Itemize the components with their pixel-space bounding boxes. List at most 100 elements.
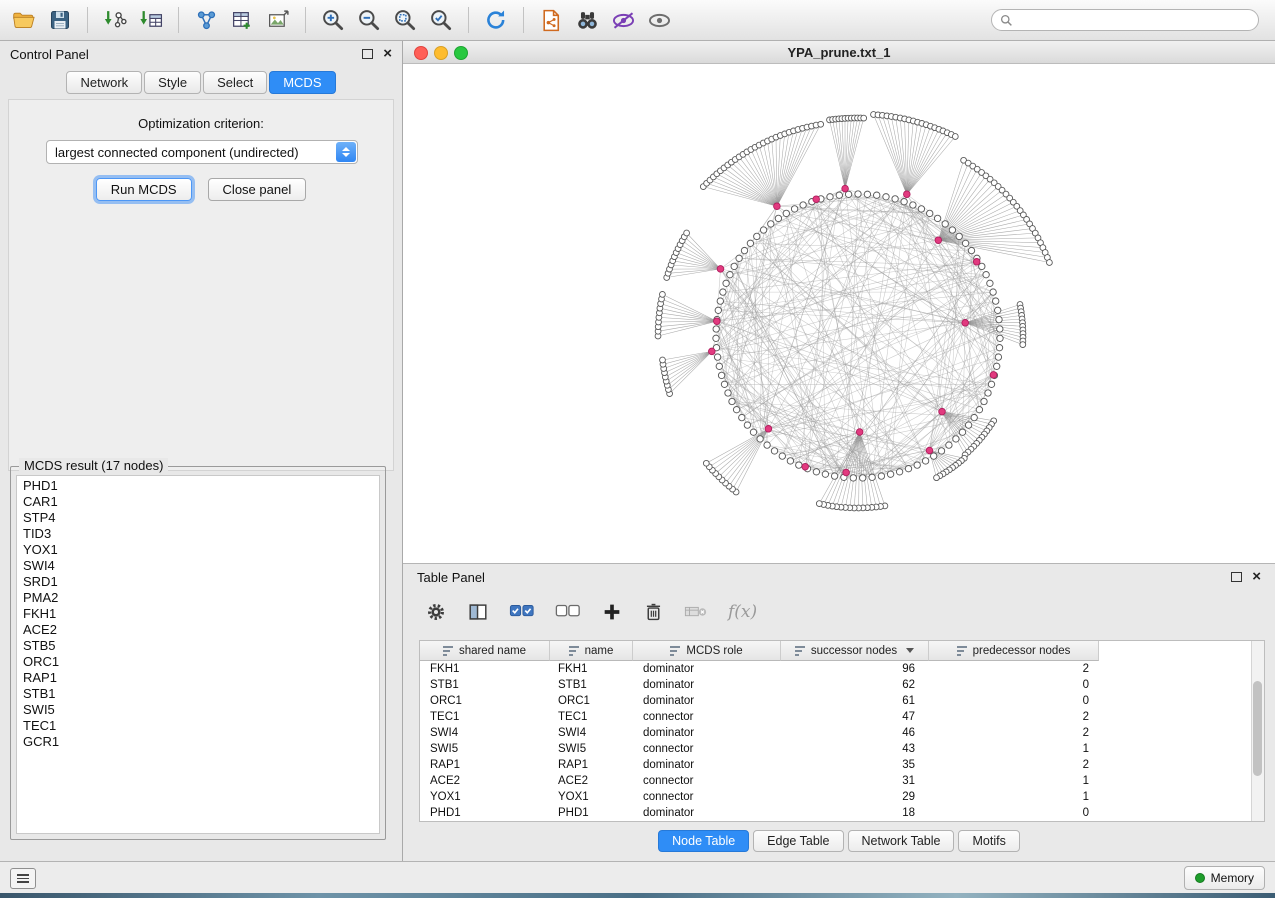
table-row[interactable]: SWI5SWI5connector431 (420, 741, 1264, 757)
table-cell: SWI5 (550, 741, 633, 757)
clear-values-button-disabled (684, 603, 708, 621)
table-cell: SWI4 (420, 725, 550, 741)
zoom-out-icon (356, 7, 382, 33)
mcds-result-item[interactable]: STB5 (17, 638, 379, 654)
tab-select[interactable]: Select (203, 71, 267, 94)
zoom-selected-button[interactable] (423, 3, 459, 37)
zoom-out-button[interactable] (351, 3, 387, 37)
mcds-result-item[interactable]: ORC1 (17, 654, 379, 670)
mcds-result-item[interactable]: SWI4 (17, 558, 379, 574)
mcds-result-item[interactable]: ACE2 (17, 622, 379, 638)
tab-motifs[interactable]: Motifs (958, 830, 1019, 852)
tab-style[interactable]: Style (144, 71, 201, 94)
mcds-result-item[interactable]: RAP1 (17, 670, 379, 686)
delete-column-button[interactable] (643, 601, 664, 623)
hide-details-eye-icon (610, 7, 637, 34)
memory-status-icon (1195, 873, 1205, 883)
table-cell: 46 (781, 725, 929, 741)
table-row[interactable]: PHD1PHD1dominator180 (420, 805, 1264, 821)
table-cell: ACE2 (420, 773, 550, 789)
optimization-criterion-dropdown[interactable]: largest connected component (undirected) (46, 140, 358, 164)
close-panel-button[interactable]: Close panel (208, 178, 307, 201)
export-network-button[interactable] (533, 3, 569, 37)
column-header-MCDS-role[interactable]: MCDS role (633, 641, 781, 661)
table-row[interactable]: TEC1TEC1connector472 (420, 709, 1264, 725)
mcds-result-item[interactable]: PHD1 (17, 478, 379, 494)
float-table-panel-icon[interactable] (1231, 572, 1242, 582)
table-row[interactable]: SWI4SWI4dominator462 (420, 725, 1264, 741)
table-row[interactable]: RAP1RAP1dominator352 (420, 757, 1264, 773)
table-cell: TEC1 (550, 709, 633, 725)
tab-edge-table[interactable]: Edge Table (753, 830, 843, 852)
mcds-result-item[interactable]: TEC1 (17, 718, 379, 734)
table-row[interactable]: STB1STB1dominator620 (420, 677, 1264, 693)
control-panel-title: Control Panel (10, 47, 89, 62)
mcds-result-item[interactable]: TID3 (17, 526, 379, 542)
close-panel-icon[interactable]: × (383, 48, 392, 60)
table-cell: connector (633, 741, 781, 757)
table-cell: 2 (929, 757, 1099, 773)
column-header-name[interactable]: name (550, 641, 633, 661)
statusbar-menu-button[interactable] (10, 868, 36, 889)
mcds-result-item[interactable]: YOX1 (17, 542, 379, 558)
table-cell: 18 (781, 805, 929, 821)
export-image-button[interactable] (260, 3, 296, 37)
mcds-result-item[interactable]: SWI5 (17, 702, 379, 718)
column-header-predecessor-nodes[interactable]: predecessor nodes (929, 641, 1099, 661)
memory-label: Memory (1211, 871, 1254, 885)
mcds-result-item[interactable]: STB1 (17, 686, 379, 702)
mcds-result-title: MCDS result (17 nodes) (19, 458, 168, 473)
save-session-button[interactable] (42, 3, 78, 37)
import-table-button[interactable] (133, 3, 169, 37)
show-columns-button[interactable] (467, 601, 489, 623)
refresh-layout-button[interactable] (478, 3, 514, 37)
search-box[interactable] (991, 9, 1259, 31)
mcds-result-item[interactable]: FKH1 (17, 606, 379, 622)
table-cell: dominator (633, 757, 781, 773)
float-panel-icon[interactable] (362, 49, 373, 59)
mcds-result-item[interactable]: CAR1 (17, 494, 379, 510)
column-header-successor-nodes[interactable]: successor nodes (781, 641, 929, 661)
open-folder-button[interactable] (6, 3, 42, 37)
memory-button[interactable]: Memory (1184, 866, 1265, 890)
tab-mcds[interactable]: MCDS (269, 71, 335, 94)
table-row[interactable]: ORC1ORC1dominator610 (420, 693, 1264, 709)
plus-icon (601, 601, 623, 623)
zoom-in-button[interactable] (315, 3, 351, 37)
zoom-fit-button[interactable] (387, 3, 423, 37)
run-mcds-button[interactable]: Run MCDS (96, 178, 192, 201)
mcds-result-item[interactable]: GCR1 (17, 734, 379, 750)
deselect-all-button[interactable] (555, 602, 581, 622)
table-scrollbar[interactable] (1251, 641, 1264, 821)
hide-details-button[interactable] (605, 3, 641, 37)
table-row[interactable]: YOX1YOX1connector291 (420, 789, 1264, 805)
columns-icon (467, 601, 489, 623)
add-column-button[interactable] (601, 601, 623, 623)
import-network-button[interactable] (97, 3, 133, 37)
column-header-shared-name[interactable]: shared name (420, 641, 550, 661)
search-input[interactable] (1017, 11, 1258, 29)
mcds-result-item[interactable]: STP4 (17, 510, 379, 526)
node-table[interactable]: shared namenameMCDS rolesuccessor nodesp… (419, 640, 1265, 822)
desktop-wallpaper-strip (0, 893, 1275, 898)
new-table-button[interactable] (224, 3, 260, 37)
table-scrollbar-thumb[interactable] (1253, 681, 1262, 776)
mcds-result-item[interactable]: SRD1 (17, 574, 379, 590)
search-network-button[interactable] (569, 3, 605, 37)
toolbar-separator (305, 7, 306, 33)
table-cell: 43 (781, 741, 929, 757)
new-network-button[interactable] (188, 3, 224, 37)
tab-network[interactable]: Network (66, 71, 142, 94)
table-row[interactable]: ACE2ACE2connector311 (420, 773, 1264, 789)
show-details-button[interactable] (641, 3, 677, 37)
table-settings-button[interactable] (425, 601, 447, 623)
import-table-icon (139, 8, 164, 33)
network-view-canvas[interactable] (403, 64, 1275, 563)
select-all-button[interactable] (509, 602, 535, 622)
mcds-result-item[interactable]: PMA2 (17, 590, 379, 606)
close-table-panel-icon[interactable]: × (1252, 571, 1261, 583)
network-window-titlebar[interactable]: YPA_prune.txt_1 (403, 41, 1275, 64)
tab-node-table[interactable]: Node Table (658, 830, 749, 852)
tab-network-table[interactable]: Network Table (848, 830, 955, 852)
table-row[interactable]: FKH1FKH1dominator962 (420, 661, 1264, 677)
